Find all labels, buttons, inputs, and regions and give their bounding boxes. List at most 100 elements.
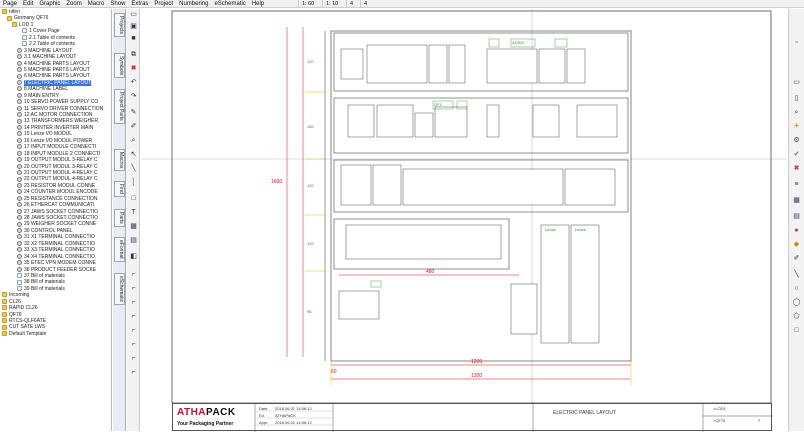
ellipse-icon[interactable]: ◯: [792, 299, 801, 307]
tab-eformat[interactable]: eFormat: [114, 237, 125, 262]
gear-icon: [17, 157, 22, 163]
tree-item-label: 28 JAWS SOCKET CONNECTIO: [24, 215, 98, 221]
pointer-icon[interactable]: ↖: [129, 151, 138, 159]
psu-label: 24VDC: [512, 40, 525, 45]
check-icon[interactable]: ✔: [792, 151, 801, 159]
tree-item-label: 27 JAWS SOCKET CONNECTIO: [24, 208, 98, 215]
menu-item-graphic[interactable]: Graphic: [36, 0, 63, 8]
menu-item-eschematic[interactable]: eSchematic: [211, 0, 248, 8]
page-icon[interactable]: ▭: [129, 11, 138, 19]
bracket5-icon[interactable]: ⌐: [129, 327, 138, 335]
props-icon[interactable]: ≡: [792, 181, 801, 189]
layer-icon[interactable]: ◧: [129, 253, 138, 261]
bracket3-icon[interactable]: ⌐: [129, 299, 138, 307]
tree-item[interactable]: Default Template: [0, 331, 111, 337]
text-icon[interactable]: T: [129, 209, 138, 217]
tree-item-label: 10 SERVO POWER SUPPLY CO: [24, 99, 99, 106]
brush-icon[interactable]: ✐: [129, 123, 138, 131]
row4-devices: [338, 224, 600, 344]
pencil-icon[interactable]: ✎: [129, 109, 138, 117]
zoom-icon[interactable]: ⌕: [129, 137, 138, 145]
bracket4-icon[interactable]: ⌐: [129, 313, 138, 321]
table-icon[interactable]: ▤: [129, 237, 138, 245]
copy-icon[interactable]: ⧉: [129, 51, 138, 59]
tab-project-parts[interactable]: Project Parts: [114, 89, 125, 124]
menu-item-numbering[interactable]: Numbering: [176, 0, 211, 8]
rect2-icon[interactable]: □: [792, 327, 801, 335]
menu-item-help[interactable]: Help: [249, 0, 267, 8]
redo-icon[interactable]: ↷: [129, 93, 138, 101]
brush2-icon[interactable]: ✐: [792, 255, 801, 263]
menu-item-zoom[interactable]: Zoom: [63, 0, 84, 8]
gear-icon: [17, 260, 22, 266]
tab-symbols[interactable]: Symbols: [114, 53, 125, 79]
line-icon[interactable]: ╲: [129, 165, 138, 173]
menu-item-page[interactable]: Page: [0, 0, 20, 8]
gear-icon: [17, 86, 22, 92]
tree-item-label: 2.2 Table of contents: [29, 41, 76, 48]
tab-projects[interactable]: Projects: [114, 13, 125, 38]
bracket7-icon[interactable]: ⌐: [129, 355, 138, 363]
color-icon[interactable]: ◆: [792, 241, 801, 249]
tree-item-label: 5 MACHINE PARTS LAYOUT: [24, 66, 90, 73]
rect-icon[interactable]: □: [129, 195, 138, 203]
save-icon[interactable]: ■: [129, 35, 138, 43]
drawing-canvas[interactable]: 1600 1200 1200 60 480 120 160 120 120 98…: [141, 9, 787, 431]
tab-find[interactable]: Find: [114, 181, 125, 197]
tree-item-label: 23 RESISTOR MODUL CONNE: [24, 182, 96, 189]
right-toolbar: ▫ ▭ ▯ ⌕ ☀ ⚙ ✔ ✖ ≡ ▦ ▤ ● ◆ ✐ ╲ ○ ◯ ⬠ □: [788, 9, 804, 431]
gear-icon: [17, 253, 22, 259]
move-icon[interactable]: ▫: [792, 39, 801, 47]
row-label-5: 98: [307, 309, 312, 314]
tree-item-label: 18 INPUT MODULE 2 CONNECTI: [24, 150, 101, 157]
gear-icon: [17, 170, 22, 176]
paste-icon[interactable]: ▤: [792, 213, 801, 221]
page-icon: [22, 28, 27, 34]
gear-icon: [17, 92, 22, 98]
menu-item-show[interactable]: Show: [107, 0, 128, 8]
polygon-icon[interactable]: ⬠: [792, 313, 801, 321]
page-icon: [22, 41, 27, 47]
tree-item-label: 3.1 MACHINE LAYOUT: [24, 54, 77, 61]
tree-item-label: Default Template: [9, 330, 47, 337]
tab-parts[interactable]: Parts: [114, 209, 125, 227]
title-block-grid: [254, 404, 773, 432]
menu-item-extras[interactable]: Extras: [128, 0, 151, 8]
fit-icon[interactable]: ▭: [792, 79, 801, 87]
tree-item-label: 37 Bill of materials: [24, 272, 65, 279]
grid2-icon[interactable]: ▦: [792, 197, 801, 205]
tab-macros[interactable]: Macros: [114, 149, 125, 172]
tree-item-label: 30 CONTROL PANEL: [24, 227, 73, 234]
circle-icon[interactable]: ○: [792, 285, 801, 293]
bracket6-icon[interactable]: ⌐: [129, 341, 138, 349]
bracket-icon[interactable]: ⌐: [129, 271, 138, 279]
page-icon: [17, 279, 22, 285]
scale-readout: 1: 60: [298, 0, 317, 8]
delete-icon[interactable]: ✖: [129, 65, 138, 73]
find-icon[interactable]: ⌕: [792, 109, 801, 117]
record-icon[interactable]: ●: [792, 227, 801, 235]
width-dimension-inner: 1200: [471, 359, 483, 365]
bracket8-icon[interactable]: ⌐: [129, 369, 138, 377]
tree-item-label: 1 Cover Page: [29, 28, 60, 35]
grid-icon[interactable]: ▦: [129, 223, 138, 231]
bulb-icon[interactable]: ☀: [792, 123, 801, 131]
menu-item-project[interactable]: Project: [151, 0, 176, 8]
tree-item-label: 25 RESISTANCE CONNECTION: [24, 195, 98, 202]
page-view-icon[interactable]: ▯: [792, 95, 801, 103]
tree-item-label: 6 MACHINE PARTS LAYOUT: [24, 73, 90, 80]
tree-item-label: 24 COUNTER MODUL ENCODE: [24, 189, 98, 196]
menu-item-edit[interactable]: Edit: [20, 0, 36, 8]
cross-icon[interactable]: ✖: [792, 165, 801, 173]
folder-icon: [2, 318, 7, 324]
add-page-icon[interactable]: ▣: [129, 23, 138, 31]
line2-icon[interactable]: ╲: [792, 271, 801, 279]
bracket2-icon[interactable]: ⌐: [129, 285, 138, 293]
tab-eschematic[interactable]: eSchematic: [114, 273, 125, 306]
menu-item-macro[interactable]: Macro: [85, 0, 108, 8]
layer-readout: 4: [360, 0, 370, 8]
undo-icon[interactable]: ↶: [129, 79, 138, 87]
vline-icon[interactable]: │: [129, 179, 138, 187]
tree-item-label: 9 MAIN ENTRY: [24, 92, 59, 99]
settings-icon[interactable]: ⚙: [792, 137, 801, 145]
